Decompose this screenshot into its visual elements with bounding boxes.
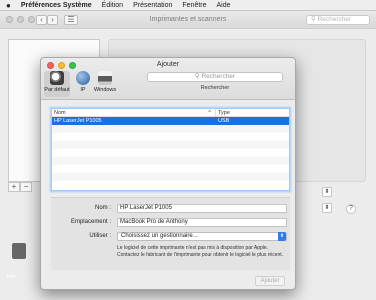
- default-printer-popup[interactable]: ⬍: [322, 187, 332, 197]
- menu-aide[interactable]: Aide: [217, 2, 231, 9]
- menu-bar: ● Préférences Système Édition Présentati…: [0, 0, 376, 11]
- table-empty-row: [52, 181, 289, 189]
- table-empty-row: [52, 157, 289, 165]
- table-empty-row: [52, 165, 289, 173]
- default-printer-icon: [50, 71, 64, 85]
- driver-note: Le logiciel de cette imprimante n'est pa…: [117, 245, 284, 258]
- apple-icon[interactable]: ●: [6, 1, 11, 10]
- toolbar-windows-tab[interactable]: Windows: [92, 71, 118, 93]
- toolbar-default-label: Par défaut: [44, 87, 70, 93]
- table-header: Nom ^ Type: [52, 109, 289, 117]
- prefs-toolbar: ‹ › ☰ Imprimantes et scanners ⚲ Recherch…: [0, 11, 376, 29]
- menu-presentation[interactable]: Présentation: [133, 2, 172, 9]
- printer-settings-form: Nom : HP LaserJet P1005 Emplacement : Ma…: [51, 197, 290, 270]
- column-header-name[interactable]: Nom ^: [52, 109, 216, 116]
- toolbar-default-tab[interactable]: Par défaut: [44, 71, 70, 97]
- windows-printer-icon: [98, 71, 112, 85]
- location-field[interactable]: MacBook Pro de Anthony: [117, 218, 287, 227]
- add-printer-button[interactable]: +: [8, 182, 20, 192]
- table-row[interactable]: HP LaserJet P1005 USB: [52, 117, 289, 125]
- printer-list-buttons: + −: [8, 182, 32, 192]
- use-label: Utiliser :: [89, 233, 111, 239]
- name-label: Nom :: [94, 205, 111, 211]
- remove-printer-button[interactable]: −: [20, 182, 32, 192]
- add-printer-dialog: Ajouter Par défaut IP Windows ⚲ Recherch…: [40, 57, 296, 290]
- name-field[interactable]: HP LaserJet P1005: [117, 204, 287, 213]
- sort-ascending-icon: ^: [208, 110, 211, 116]
- dialog-toolbar: Ajouter Par défaut IP Windows ⚲ Recherch…: [41, 58, 295, 100]
- desktop-item-label: Tele: [6, 274, 17, 280]
- toolbar-windows-label: Windows: [93, 87, 117, 93]
- search-icon: ⚲: [311, 16, 318, 23]
- menu-app-name[interactable]: Préférences Système: [21, 2, 92, 9]
- chevron-updown-icon: ⬍: [278, 232, 286, 241]
- row-printer-name: HP LaserJet P1005: [54, 118, 102, 124]
- location-label: Emplacement :: [70, 219, 111, 225]
- table-empty-row: [52, 125, 289, 133]
- dialog-search-placeholder: Rechercher: [201, 73, 236, 80]
- printer-table[interactable]: Nom ^ Type HP LaserJet P1005 USB: [51, 108, 290, 191]
- prefs-search-input[interactable]: ⚲ Rechercher: [306, 15, 370, 25]
- dialog-search-label: Rechercher: [200, 85, 230, 91]
- default-paper-popup[interactable]: ⬍: [322, 203, 332, 213]
- add-button[interactable]: Ajouter: [255, 276, 285, 286]
- driver-select[interactable]: Choisissez un gestionnaire... ⬍: [117, 232, 287, 241]
- dialog-search-input[interactable]: ⚲ Rechercher: [147, 72, 283, 82]
- table-empty-row: [52, 141, 289, 149]
- menu-edition[interactable]: Édition: [102, 2, 123, 9]
- ip-globe-icon: [76, 71, 90, 85]
- column-header-type[interactable]: Type: [216, 109, 289, 116]
- menu-fenetre[interactable]: Fenêtre: [182, 2, 206, 9]
- row-printer-type: USB: [218, 118, 230, 124]
- table-empty-row: [52, 149, 289, 157]
- lock-icon[interactable]: [12, 243, 26, 259]
- dialog-title: Ajouter: [156, 61, 180, 68]
- table-empty-row: [52, 173, 289, 181]
- column-header-name-label: Nom: [54, 110, 66, 116]
- prefs-search-placeholder: Rechercher: [317, 16, 352, 23]
- help-button[interactable]: ?: [346, 204, 356, 214]
- driver-select-value: Choisissez un gestionnaire...: [121, 233, 198, 239]
- table-empty-row: [52, 133, 289, 141]
